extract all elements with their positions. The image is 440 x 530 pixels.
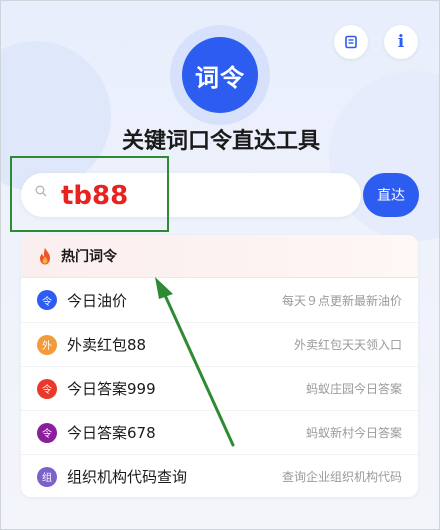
annotation-highlight-box <box>10 156 169 232</box>
keyword-badge: 令 <box>37 378 57 399</box>
hot-keywords-header: 热门词令 <box>21 235 418 278</box>
keyword-name: 今日油价 <box>67 291 128 310</box>
keyword-desc: 蚂蚁庄园今日答案 <box>305 382 402 396</box>
keyword-desc: 蚂蚁新村今日答案 <box>305 426 402 440</box>
info-button[interactable]: i <box>384 25 418 59</box>
keyword-row[interactable]: 令 今日油价 每天９点更新最新油价 <box>21 278 418 322</box>
bookmark-button[interactable] <box>334 25 368 59</box>
page-title: 关键词口令直达工具 <box>121 129 320 154</box>
app-frame: i 词令 关键词口令直达工具 直达 热门词令 令 今日油价 每天９点更新最新油价… <box>0 0 440 530</box>
flame-icon <box>40 247 50 265</box>
keyword-name: 外卖红包88 <box>67 336 147 354</box>
keyword-desc: 外卖红包天天领入口 <box>293 338 402 352</box>
keyword-name: 组织机构代码查询 <box>67 468 188 486</box>
info-icon: i <box>397 32 405 52</box>
keyword-name: 今日答案678 <box>67 424 156 442</box>
keyword-row[interactable]: 外 外卖红包88 外卖红包天天领入口 <box>21 322 418 366</box>
keyword-name: 今日答案999 <box>67 380 156 398</box>
hot-keywords-title: 热门词令 <box>61 249 117 265</box>
hot-keywords-card: 热门词令 令 今日油价 每天９点更新最新油价 外 外卖红包88 外卖红包天天领入… <box>21 235 418 497</box>
keyword-desc: 每天９点更新最新油价 <box>281 293 402 308</box>
keyword-badge: 外 <box>37 334 57 355</box>
keyword-row[interactable]: 组 组织机构代码查询 查询企业组织机构代码 <box>21 454 418 497</box>
keyword-row[interactable]: 令 今日答案678 蚂蚁新村今日答案 <box>21 410 418 454</box>
bookmark-icon <box>345 35 357 49</box>
keyword-badge: 组 <box>37 466 57 487</box>
app-logo: 词令 <box>182 37 258 113</box>
keyword-badge: 令 <box>37 422 57 443</box>
keyword-row[interactable]: 令 今日答案999 蚂蚁庄园今日答案 <box>21 366 418 410</box>
keyword-desc: 查询企业组织机构代码 <box>281 470 402 484</box>
logo-ring: 词令 <box>170 25 270 125</box>
go-button[interactable]: 直达 <box>363 173 419 217</box>
keyword-badge: 令 <box>37 290 57 310</box>
